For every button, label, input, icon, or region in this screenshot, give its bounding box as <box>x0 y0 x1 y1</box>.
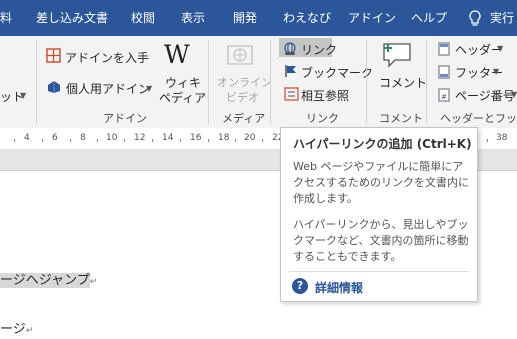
tooltip-description: Web ページやファイルに簡単にアクセスするためのリンクを文書内に作成します。 <box>293 160 469 205</box>
tab-waenavi[interactable]: わえなび <box>283 0 331 36</box>
addins-group-label: アドイン <box>103 112 147 125</box>
tab-developer[interactable]: 開発 <box>233 0 257 36</box>
svg-text:#: # <box>441 93 447 101</box>
ruler-number: 12 <box>134 133 146 143</box>
links-group-label: リンク <box>306 112 339 125</box>
bookmark-button[interactable]: ブックマーク <box>301 64 373 81</box>
tab-help[interactable]: ヘルプ <box>411 0 447 36</box>
ruler-tick <box>152 139 153 142</box>
online-video-button-line2[interactable]: ビデオ <box>226 89 259 105</box>
ribbon-tab-bar: 料 差し込み文書 校閲 表示 開発 わえなび アドイン ヘルプ 実行 <box>0 0 517 36</box>
chevron-down-icon[interactable]: ▼ <box>146 84 152 93</box>
ruler-tick <box>208 139 209 142</box>
get-addins-button[interactable]: アドインを入手 <box>65 49 149 66</box>
page-number-button[interactable]: ページ番号 <box>455 87 515 104</box>
paragraph-mark-icon: ↵ <box>89 277 98 287</box>
header-footer-group-label: ヘッダーとフッター <box>440 112 517 125</box>
ruler-tick <box>262 139 263 142</box>
body-text[interactable]: ージ <box>0 322 26 337</box>
tab-addins[interactable]: アドイン <box>348 0 396 36</box>
paragraph-mark-icon: ↵ <box>25 326 34 336</box>
ruler-tick <box>487 139 488 142</box>
ruler-tick <box>14 139 15 142</box>
document-line[interactable]: ージへジャンプ↵ <box>0 269 97 288</box>
ruler-number: 20 <box>244 133 256 143</box>
group-separator <box>366 40 367 124</box>
header-button[interactable]: ヘッダー <box>455 41 503 58</box>
group-separator <box>426 40 427 124</box>
chevron-down-icon[interactable]: ▼ <box>497 44 503 53</box>
tab-view[interactable]: 表示 <box>181 0 205 36</box>
ruler-number: 4 <box>24 133 30 143</box>
ruler-tick <box>180 139 181 142</box>
tab-review[interactable]: 校閲 <box>131 0 155 36</box>
group-separator <box>36 40 37 124</box>
ruler-tick <box>235 139 236 142</box>
selected-text[interactable]: ージへジャンプ <box>0 273 90 288</box>
ruler-tick <box>97 139 98 142</box>
link-button[interactable]: リンク <box>301 41 337 58</box>
ruler-number: 38 <box>496 133 508 143</box>
link-icon <box>282 41 298 60</box>
ruler-number: 6 <box>52 133 58 143</box>
online-video-button-line1[interactable]: オンライン <box>217 74 272 90</box>
comments-group-label: コメント <box>379 112 423 125</box>
group-separator <box>270 40 271 124</box>
chevron-down-icon[interactable]: ▼ <box>20 91 26 100</box>
cross-reference-icon <box>284 86 299 105</box>
new-comment-button[interactable]: コメント <box>379 74 427 91</box>
page-number-icon: # <box>438 87 450 106</box>
wikipedia-icon: W <box>164 40 190 69</box>
tooltip-description-2: ハイパーリンクから、見出しやブックマークなど、文書内の箇所に移動することもできま… <box>293 218 469 263</box>
chevron-down-icon[interactable]: ▼ <box>511 90 517 99</box>
store-icon <box>46 48 61 67</box>
group-separator <box>208 40 209 124</box>
online-video-icon <box>225 40 255 74</box>
wikipedia-button-line2[interactable]: ペディア <box>159 89 206 106</box>
ruler-number: 8 <box>80 133 86 143</box>
bookmark-icon <box>284 63 298 82</box>
comment-icon <box>381 40 413 74</box>
chevron-down-icon[interactable]: ▼ <box>493 67 499 76</box>
cross-reference-button[interactable]: 相互参照 <box>301 87 349 104</box>
ruler-number: 16 <box>190 133 202 143</box>
my-addins-icon <box>46 79 62 98</box>
header-icon <box>438 41 450 60</box>
help-icon[interactable]: ? <box>292 278 308 294</box>
ruler-tick <box>42 139 43 142</box>
ruler-number: 10 <box>106 133 118 143</box>
link-tooltip: ハイパーリンクの追加 (Ctrl+K) Web ページやファイルに簡単にアクセス… <box>280 127 478 302</box>
ruler-number: 18 <box>218 133 230 143</box>
tell-me-search[interactable]: 実行 <box>490 0 514 36</box>
footer-icon <box>438 64 450 83</box>
document-line[interactable]: ージ↵ <box>0 318 33 337</box>
tooltip-divider <box>289 271 469 272</box>
tab-mailings[interactable]: 差し込み文書 <box>36 0 108 36</box>
media-group-label: メディア <box>222 112 266 125</box>
ruler-tick <box>70 139 71 142</box>
lightbulb-icon[interactable] <box>468 10 482 31</box>
ruler-tick <box>124 139 125 142</box>
ruler-number: 14 <box>162 133 174 143</box>
tab-layout-partial[interactable]: 料 <box>0 0 12 36</box>
my-addins-button[interactable]: 個人用アドイン <box>66 80 150 97</box>
tell-me-more-link[interactable]: 詳細情報 <box>315 279 363 296</box>
tooltip-title: ハイパーリンクの追加 (Ctrl+K) <box>293 137 472 151</box>
